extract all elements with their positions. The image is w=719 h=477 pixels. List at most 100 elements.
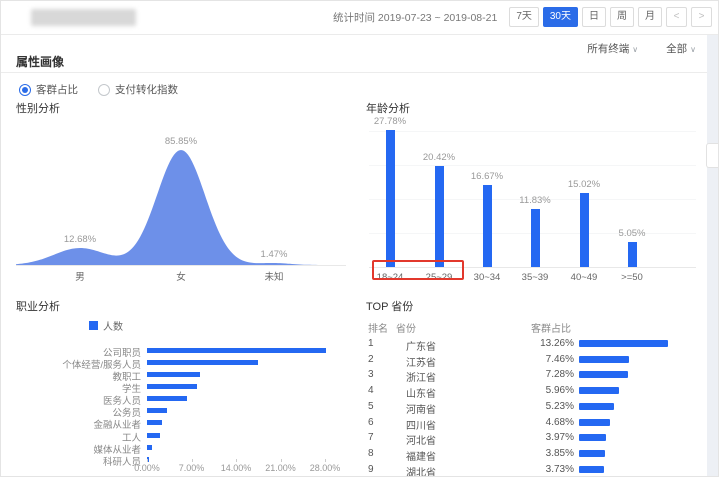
tab-customer-ratio[interactable]: 客群占比 (19, 82, 78, 97)
province-name: 广东省 (406, 338, 436, 353)
page-title: 属性画像 (16, 53, 64, 70)
dashboard-page: 统计时间 2019-07-23 ~ 2019-08-21 7天 30天 日 周 … (0, 0, 719, 477)
province-share: 7.46% (516, 354, 574, 365)
scope-dropdown-label: 全部 (666, 43, 687, 55)
terminal-dropdown[interactable]: 所有终端∨ (587, 41, 638, 56)
province-share: 5.23% (516, 401, 574, 412)
age-value-label: 20.42% (409, 152, 469, 163)
divider (1, 72, 719, 73)
x-axis-tick (236, 459, 237, 462)
filter-bar: 所有终端∨ 全部∨ (587, 41, 696, 56)
province-bar (579, 450, 605, 457)
x-axis-tick (192, 459, 193, 462)
province-bar (579, 403, 614, 410)
date-controls: 统计时间 2019-07-23 ~ 2019-08-21 7天 30天 日 周 … (333, 7, 712, 27)
province-rank: 4 (368, 385, 374, 396)
age-bar (386, 130, 395, 267)
tab-payment-index[interactable]: 支付转化指数 (98, 82, 178, 97)
province-name: 山东省 (406, 385, 436, 400)
province-bar (579, 356, 629, 363)
next-arrow-icon[interactable]: > (691, 7, 712, 27)
age-bar (531, 209, 540, 267)
occupation-bar (147, 384, 197, 389)
province-rank: 7 (368, 432, 374, 443)
scope-dropdown[interactable]: 全部∨ (666, 41, 696, 56)
occupation-chart: 职业分析 人数 公司职员个体经营/服务人员教职工学生医务人员公务员金融从业者工人… (16, 296, 351, 477)
occupation-section-title: 职业分析 (16, 298, 60, 314)
province-rank: 5 (368, 401, 374, 412)
highlight-annotation (372, 260, 464, 280)
x-axis-tick (325, 459, 326, 462)
province-rank: 9 (368, 464, 374, 475)
province-share: 4.68% (516, 417, 574, 428)
x-axis-tick-label: 28.00% (303, 463, 347, 473)
province-bar (579, 419, 610, 426)
age-value-label: 5.05% (602, 228, 662, 239)
top-provinces-table: TOP 省份 排名 省份 客群占比 1广东省13.26%2江苏省7.46%3浙江… (366, 296, 706, 477)
range-day-button[interactable]: 日 (582, 7, 606, 27)
range-30d-button[interactable]: 30天 (543, 7, 578, 27)
age-x-label: 35~39 (511, 272, 559, 283)
col-header-share: 客群占比 (531, 320, 571, 335)
province-rank: 6 (368, 417, 374, 428)
age-x-label: >=50 (608, 272, 656, 283)
occupation-bar (147, 372, 200, 377)
occupation-bar (147, 420, 162, 425)
province-bar (579, 434, 606, 441)
gender-x-label: 未知 (249, 269, 299, 283)
gender-x-label: 女 (156, 269, 206, 283)
occupation-legend-label: 人数 (103, 318, 123, 333)
terminal-dropdown-label: 所有终端 (587, 43, 629, 55)
page-scroll-gutter (707, 35, 719, 477)
gender-value-label: 12.68% (55, 234, 105, 245)
x-axis-tick-label: 14.00% (214, 463, 258, 473)
provinces-section-title: TOP 省份 (366, 298, 413, 314)
province-share: 3.85% (516, 448, 574, 459)
province-share: 7.28% (516, 369, 574, 380)
range-7d-button[interactable]: 7天 (509, 7, 539, 27)
redacted-title (31, 9, 136, 26)
province-name: 河南省 (406, 401, 436, 416)
top-bar: 统计时间 2019-07-23 ~ 2019-08-21 7天 30天 日 周 … (1, 1, 719, 35)
feedback-tab[interactable] (706, 143, 719, 168)
gender-x-label: 男 (55, 269, 105, 283)
gender-density-plot (16, 111, 346, 269)
x-axis-tick (281, 459, 282, 462)
x-axis-tick-label: 7.00% (170, 463, 214, 473)
col-header-province: 省份 (396, 320, 416, 335)
age-value-label: 15.02% (554, 179, 614, 190)
age-x-label: 30~34 (463, 272, 511, 283)
age-value-label: 11.83% (505, 195, 565, 206)
age-bar (628, 242, 637, 267)
occupation-bar (147, 396, 187, 401)
stat-time-label: 统计时间 2019-07-23 ~ 2019-08-21 (333, 10, 497, 25)
radio-unselected-icon (98, 84, 110, 96)
gridline (369, 131, 696, 132)
gender-area-series (16, 150, 346, 265)
province-name: 浙江省 (406, 369, 436, 384)
age-bar (580, 193, 589, 267)
province-bar (579, 466, 604, 473)
age-value-label: 16.67% (457, 171, 517, 182)
gender-chart: 12.68%男85.85%女1.47%未知 (16, 111, 346, 286)
occupation-bar (147, 408, 167, 413)
radio-selected-icon (19, 84, 31, 96)
province-rank: 2 (368, 354, 374, 365)
col-header-rank: 排名 (368, 320, 388, 335)
province-name: 四川省 (406, 417, 436, 432)
province-share: 3.97% (516, 432, 574, 443)
x-axis-tick-label: 21.00% (259, 463, 303, 473)
province-name: 湖北省 (406, 464, 436, 477)
gender-value-label: 1.47% (249, 249, 299, 260)
province-rank: 1 (368, 338, 374, 349)
province-rank: 8 (368, 448, 374, 459)
tab-payment-index-label: 支付转化指数 (115, 82, 178, 97)
province-rank: 3 (368, 369, 374, 380)
metric-tabs: 客群占比 支付转化指数 (19, 82, 178, 97)
range-month-button[interactable]: 月 (638, 7, 662, 27)
range-week-button[interactable]: 周 (610, 7, 634, 27)
chevron-down-icon: ∨ (690, 45, 696, 54)
occupation-category-label: 科研人员 (16, 454, 141, 468)
province-bar (579, 387, 619, 394)
prev-arrow-icon[interactable]: < (666, 7, 687, 27)
